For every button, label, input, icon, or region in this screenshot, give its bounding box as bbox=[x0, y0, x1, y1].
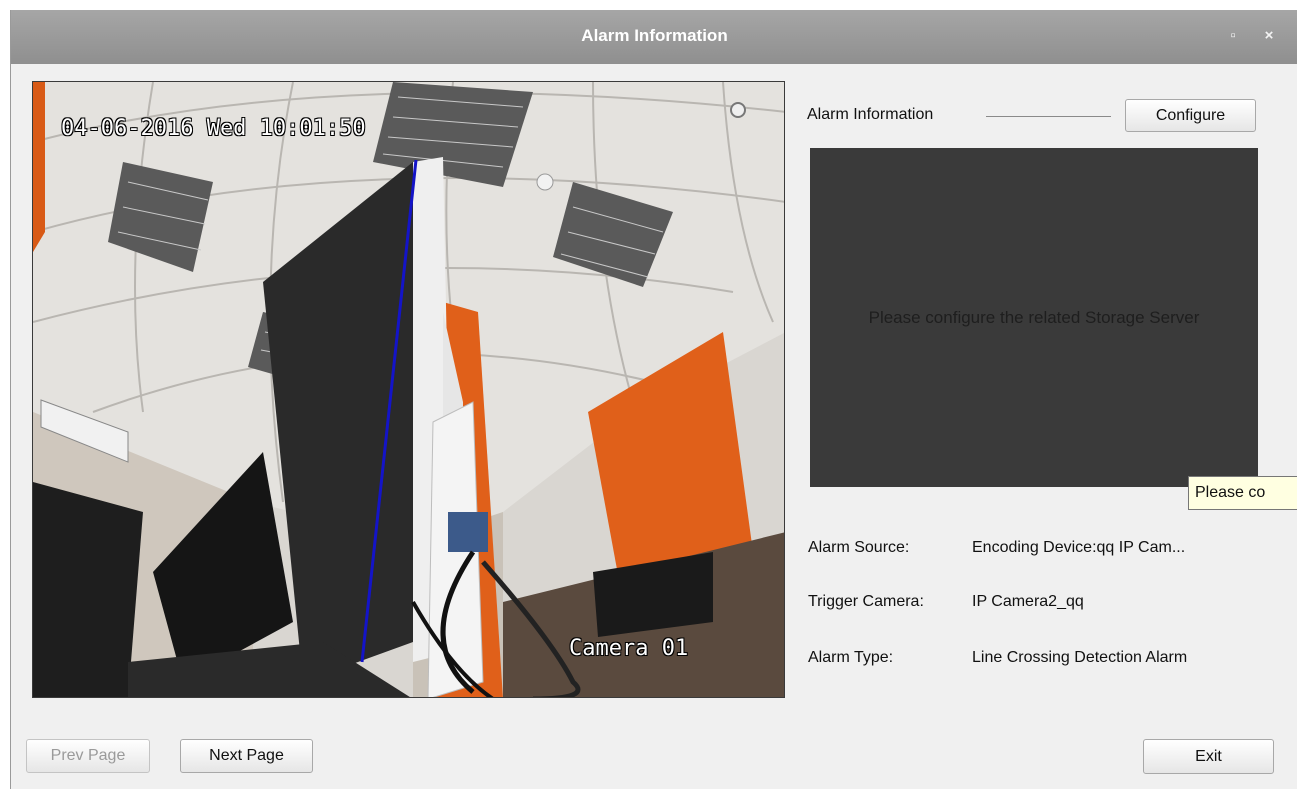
alarm-type-label: Alarm Type: bbox=[808, 649, 894, 666]
exit-button[interactable]: Exit bbox=[1143, 739, 1274, 774]
heading-divider bbox=[986, 116, 1111, 117]
close-icon[interactable]: × bbox=[1259, 26, 1279, 46]
alarm-type-value: Line Crossing Detection Alarm bbox=[972, 649, 1188, 666]
alarm-information-window: Alarm Information ▫ × 04-06-2016 Wed 10:… bbox=[10, 10, 1297, 789]
configure-button[interactable]: Configure bbox=[1125, 99, 1256, 132]
trigger-camera-label: Trigger Camera: bbox=[808, 593, 924, 610]
window-title: Alarm Information bbox=[581, 26, 728, 45]
minimize-icon[interactable]: ▫ bbox=[1223, 26, 1243, 46]
alarm-source-value: Encoding Device:qq IP Cam... bbox=[972, 539, 1186, 556]
storage-preview-panel: Please configure the related Storage Ser… bbox=[810, 148, 1258, 487]
storage-server-message: Please configure the related Storage Ser… bbox=[868, 308, 1200, 327]
tooltip: Please co bbox=[1188, 476, 1297, 510]
video-snapshot: 04-06-2016 Wed 10:01:50 Camera 01 bbox=[32, 81, 785, 698]
alarm-information-heading: Alarm Information bbox=[807, 106, 934, 123]
camera-name-overlay: Camera 01 bbox=[569, 636, 689, 661]
title-bar[interactable]: Alarm Information ▫ × bbox=[11, 10, 1297, 64]
trigger-camera-value: IP Camera2_qq bbox=[972, 593, 1084, 610]
prev-page-button[interactable]: Prev Page bbox=[26, 739, 150, 773]
video-timestamp: 04-06-2016 Wed 10:01:50 bbox=[61, 116, 366, 141]
alarm-source-label: Alarm Source: bbox=[808, 539, 910, 556]
camera-image bbox=[33, 82, 784, 697]
next-page-button[interactable]: Next Page bbox=[180, 739, 313, 773]
